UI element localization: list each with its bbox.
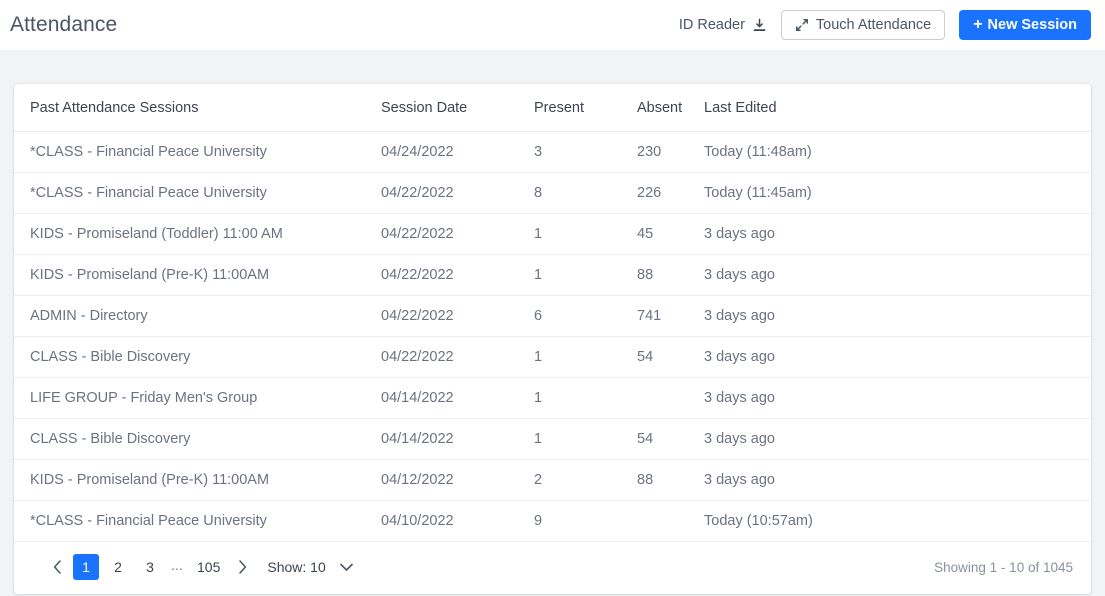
- table-row[interactable]: KIDS - Promiseland (Pre-K) 11:00AM 04/22…: [14, 254, 1091, 296]
- page-body: Past Attendance Sessions Session Date Pr…: [0, 50, 1105, 596]
- cell-session-date: 04/10/2022: [381, 500, 534, 542]
- column-header-present[interactable]: Present: [534, 84, 637, 132]
- table-row[interactable]: LIFE GROUP - Friday Men's Group 04/14/20…: [14, 377, 1091, 419]
- table-row[interactable]: KIDS - Promiseland (Toddler) 11:00 AM 04…: [14, 213, 1091, 255]
- cell-absent: 88: [637, 254, 704, 296]
- chevron-left-icon[interactable]: [44, 554, 70, 580]
- showing-count-text: Showing 1 - 10 of 1045: [934, 559, 1073, 575]
- table-row[interactable]: *CLASS - Financial Peace University 04/2…: [14, 131, 1091, 173]
- cell-session-date: 04/24/2022: [381, 131, 534, 173]
- id-reader-button[interactable]: ID Reader: [679, 17, 767, 33]
- cell-absent: 226: [637, 172, 704, 214]
- cell-session-name[interactable]: KIDS - Promiseland (Pre-K) 11:00AM: [14, 459, 381, 501]
- rows-per-page-label: Show: 10: [267, 559, 326, 575]
- cell-session-name[interactable]: ADMIN - Directory: [14, 295, 381, 337]
- page-title: Attendance: [10, 13, 118, 36]
- page-header: Attendance ID Reader Touch Attendance + …: [0, 0, 1105, 50]
- cell-present: 2: [534, 459, 637, 501]
- page-button-1[interactable]: 1: [73, 554, 99, 580]
- chevron-right-icon[interactable]: [229, 554, 255, 580]
- cell-session-date: 04/14/2022: [381, 418, 534, 460]
- page-button-2[interactable]: 2: [105, 554, 131, 580]
- download-icon: [752, 18, 767, 33]
- cell-absent: 88: [637, 459, 704, 501]
- cell-last-edited: 3 days ago: [704, 459, 1091, 501]
- cell-last-edited: 3 days ago: [704, 377, 1091, 419]
- cell-present: 1: [534, 336, 637, 378]
- pagination-controls: 1 2 3 ... 105 Show: 10: [44, 554, 353, 580]
- table-body: *CLASS - Financial Peace University 04/2…: [14, 131, 1091, 542]
- cell-last-edited: Today (11:45am): [704, 172, 1091, 214]
- table-header-row: Past Attendance Sessions Session Date Pr…: [14, 84, 1091, 132]
- plus-icon: +: [973, 16, 983, 33]
- attendance-sessions-card: Past Attendance Sessions Session Date Pr…: [14, 84, 1091, 594]
- pagination-bar: 1 2 3 ... 105 Show: 10 Showing 1 - 10 of…: [14, 542, 1091, 594]
- cell-present: 1: [534, 213, 637, 255]
- cell-session-date: 04/22/2022: [381, 213, 534, 255]
- expand-diagonal-icon: [795, 18, 809, 32]
- cell-absent: 54: [637, 336, 704, 378]
- cell-absent: 741: [637, 295, 704, 337]
- table-row[interactable]: *CLASS - Financial Peace University 04/1…: [14, 500, 1091, 542]
- table-header: Past Attendance Sessions Session Date Pr…: [14, 84, 1091, 132]
- cell-present: 6: [534, 295, 637, 337]
- cell-session-date: 04/12/2022: [381, 459, 534, 501]
- column-header-edited[interactable]: Last Edited: [704, 84, 1091, 132]
- chevron-down-icon: [339, 559, 353, 575]
- cell-absent: [637, 500, 704, 542]
- cell-last-edited: 3 days ago: [704, 336, 1091, 378]
- table-row[interactable]: CLASS - Bible Discovery 04/22/2022 1 54 …: [14, 336, 1091, 378]
- cell-present: 1: [534, 418, 637, 460]
- attendance-sessions-table: Past Attendance Sessions Session Date Pr…: [14, 84, 1091, 542]
- cell-last-edited: 3 days ago: [704, 254, 1091, 296]
- header-actions: ID Reader Touch Attendance + New Session: [679, 10, 1091, 40]
- id-reader-label: ID Reader: [678, 17, 745, 33]
- new-session-label: New Session: [987, 17, 1077, 33]
- new-session-button[interactable]: + New Session: [959, 10, 1091, 40]
- page-button-last[interactable]: 105: [191, 554, 226, 580]
- cell-session-name[interactable]: *CLASS - Financial Peace University: [14, 172, 381, 214]
- cell-session-date: 04/22/2022: [381, 254, 534, 296]
- page-button-3[interactable]: 3: [137, 554, 163, 580]
- cell-session-name[interactable]: CLASS - Bible Discovery: [14, 336, 381, 378]
- column-header-date[interactable]: Session Date: [381, 84, 534, 132]
- table-row[interactable]: KIDS - Promiseland (Pre-K) 11:00AM 04/12…: [14, 459, 1091, 501]
- touch-attendance-button[interactable]: Touch Attendance: [780, 10, 946, 40]
- cell-session-name[interactable]: CLASS - Bible Discovery: [14, 418, 381, 460]
- page-ellipsis: ...: [171, 556, 183, 573]
- table-row[interactable]: ADMIN - Directory 04/22/2022 6 741 3 day…: [14, 295, 1091, 337]
- column-header-absent[interactable]: Absent: [637, 84, 704, 132]
- cell-absent: 45: [637, 213, 704, 255]
- cell-session-name[interactable]: KIDS - Promiseland (Toddler) 11:00 AM: [14, 213, 381, 255]
- cell-session-name[interactable]: *CLASS - Financial Peace University: [14, 500, 381, 542]
- table-row[interactable]: *CLASS - Financial Peace University 04/2…: [14, 172, 1091, 214]
- cell-session-name[interactable]: *CLASS - Financial Peace University: [14, 131, 381, 173]
- cell-present: 8: [534, 172, 637, 214]
- cell-session-name[interactable]: LIFE GROUP - Friday Men's Group: [14, 377, 381, 419]
- cell-session-date: 04/14/2022: [381, 377, 534, 419]
- touch-attendance-label: Touch Attendance: [815, 17, 932, 33]
- cell-present: 1: [534, 254, 637, 296]
- cell-session-name[interactable]: KIDS - Promiseland (Pre-K) 11:00AM: [14, 254, 381, 296]
- cell-session-date: 04/22/2022: [381, 172, 534, 214]
- cell-present: 9: [534, 500, 637, 542]
- cell-session-date: 04/22/2022: [381, 295, 534, 337]
- cell-present: 3: [534, 131, 637, 173]
- column-header-name[interactable]: Past Attendance Sessions: [14, 84, 381, 132]
- cell-absent: 230: [637, 131, 704, 173]
- cell-last-edited: 3 days ago: [704, 295, 1091, 337]
- table-row[interactable]: CLASS - Bible Discovery 04/14/2022 1 54 …: [14, 418, 1091, 460]
- cell-present: 1: [534, 377, 637, 419]
- cell-absent: 54: [637, 418, 704, 460]
- cell-absent: [637, 377, 704, 419]
- cell-last-edited: Today (10:57am): [704, 500, 1091, 542]
- cell-last-edited: 3 days ago: [704, 213, 1091, 255]
- cell-last-edited: 3 days ago: [704, 418, 1091, 460]
- cell-last-edited: Today (11:48am): [704, 131, 1091, 173]
- cell-session-date: 04/22/2022: [381, 336, 534, 378]
- rows-per-page-select[interactable]: Show: 10: [267, 559, 353, 575]
